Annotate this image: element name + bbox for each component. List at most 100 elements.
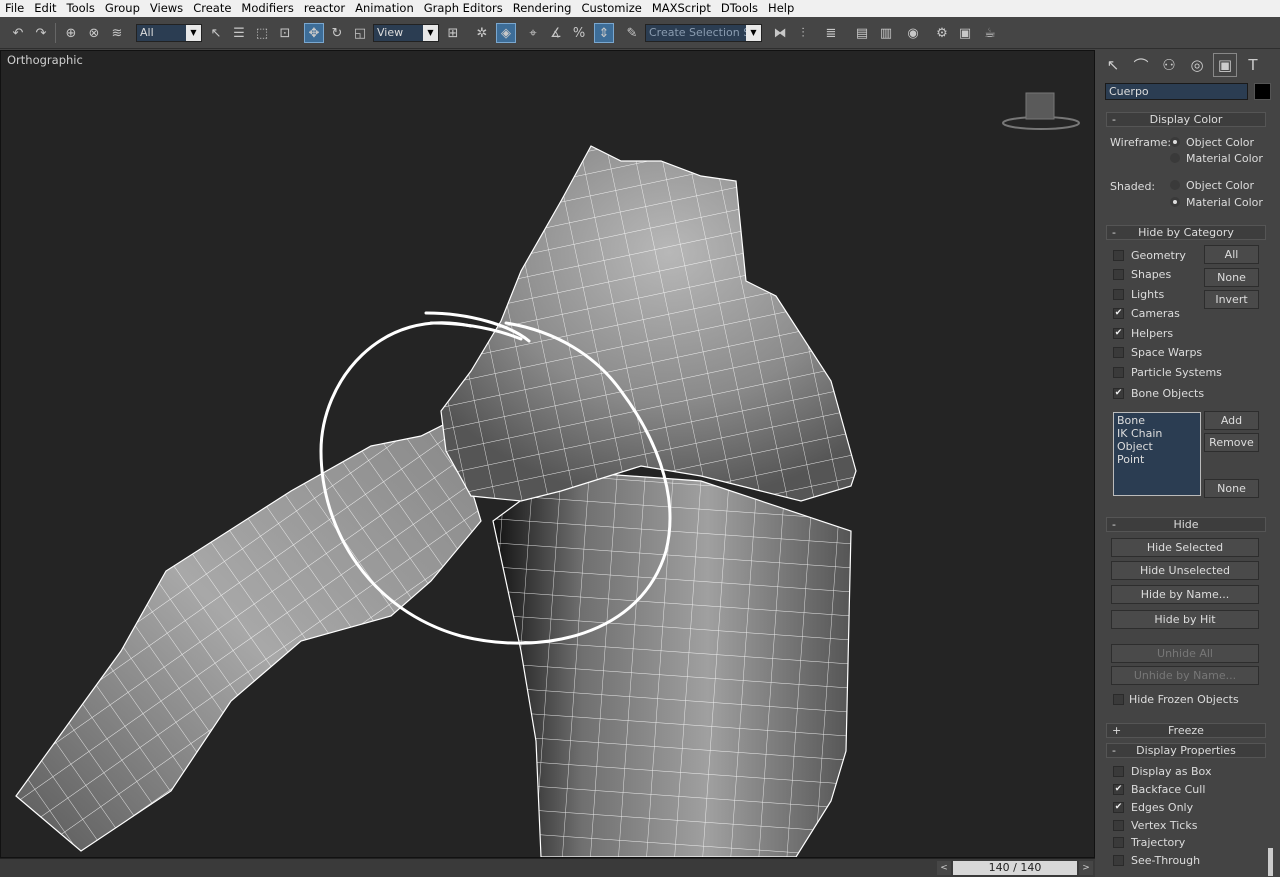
category-checkbox[interactable] [1113,250,1124,261]
list-item[interactable]: Point [1117,453,1197,466]
rollout-freeze[interactable]: + Freeze [1106,723,1266,738]
select-object-icon[interactable]: ↖ [206,23,226,43]
angle-snap-icon[interactable]: ∡ [546,23,566,43]
menu-item[interactable]: Create [188,0,236,17]
time-slider[interactable]: < 140 / 140 > [937,861,1093,875]
motion-tab-icon[interactable]: ◎ [1185,53,1209,77]
hide-by-hit-button[interactable]: Hide by Hit [1111,610,1259,629]
category-all-button[interactable]: All [1204,245,1259,264]
category-checkbox[interactable] [1113,289,1124,300]
shaded-material-color-radio[interactable] [1170,197,1180,207]
rollout-hide-by-category[interactable]: - Hide by Category [1106,225,1266,240]
window-crossing-icon[interactable]: ⊡ [275,23,295,43]
hide-unselected-button[interactable]: Hide Unselected [1111,561,1259,580]
select-by-name-icon[interactable]: ☰ [229,23,249,43]
menu-item[interactable]: Modifiers [236,0,299,17]
menu-item[interactable]: Animation [350,0,419,17]
hide-frozen-checkbox[interactable] [1113,694,1124,705]
menu-item[interactable]: Customize [576,0,646,17]
redo-icon[interactable]: ↷ [31,23,51,43]
category-invert-button[interactable]: Invert [1204,290,1259,309]
hide-by-name-button[interactable]: Hide by Name... [1111,585,1259,604]
snaps-toggle-icon[interactable]: ⌖ [523,23,543,43]
orthographic-viewport[interactable]: Orthographic [0,50,1095,858]
display-property-checkbox[interactable] [1113,820,1124,831]
menu-item[interactable]: MAXScript [647,0,716,17]
category-checkbox[interactable]: ✔ [1113,388,1124,399]
pivot-center-icon[interactable]: ⊞ [443,23,463,43]
rendered-frame-window-icon[interactable]: ▣ [955,23,975,43]
bind-space-warp-icon[interactable]: ≋ [107,23,127,43]
category-checkbox[interactable]: ✔ [1113,308,1124,319]
edit-named-selection-icon[interactable]: ✎ [622,23,642,43]
list-none-button[interactable]: None [1204,479,1259,498]
display-tab-icon[interactable]: ▣ [1213,53,1237,77]
rollout-display-properties[interactable]: - Display Properties [1106,743,1266,758]
object-name-field[interactable]: Cuerpo [1105,83,1248,100]
display-property-checkbox[interactable] [1113,766,1124,777]
rollout-hide[interactable]: - Hide [1106,517,1266,532]
rollout-display-color[interactable]: - Display Color [1106,112,1266,127]
render-setup-icon[interactable]: ⚙ [932,23,952,43]
named-selection-set-dropdown[interactable]: Create Selection Se ▼ [645,24,762,42]
category-listbox[interactable]: Bone IK Chain Object Point [1113,412,1201,496]
add-category-button[interactable]: Add [1204,411,1259,430]
hierarchy-tab-icon[interactable]: ⚇ [1157,53,1181,77]
select-link-icon[interactable]: ⊕ [61,23,81,43]
menu-item[interactable]: Group [100,0,145,17]
category-none-button[interactable]: None [1204,268,1259,287]
hide-selected-button[interactable]: Hide Selected [1111,538,1259,557]
curve-editor-icon[interactable]: ▤ [852,23,872,43]
category-checkbox[interactable] [1113,269,1124,280]
shaded-object-color-radio[interactable] [1170,180,1180,190]
category-checkbox[interactable]: ✔ [1113,328,1124,339]
wireframe-material-color-radio[interactable] [1170,153,1180,163]
chevron-right-icon[interactable]: > [1079,861,1093,875]
modify-tab-icon[interactable]: ⌒ [1129,53,1153,77]
display-property-checkbox[interactable] [1113,837,1124,848]
create-tab-icon[interactable]: ↖ [1101,53,1125,77]
unlink-icon[interactable]: ⊗ [84,23,104,43]
percent-snap-icon[interactable]: % [569,23,589,43]
viewcube-icon[interactable] [1002,92,1080,130]
menu-item[interactable]: DTools [716,0,763,17]
list-item[interactable]: IK Chain Object [1117,427,1197,453]
category-checkbox[interactable] [1113,347,1124,358]
menu-item[interactable]: Help [763,0,799,17]
display-property-checkbox[interactable] [1113,855,1124,866]
list-item[interactable]: Bone [1117,414,1197,427]
align-icon[interactable]: ⫶ [793,23,813,43]
material-editor-icon[interactable]: ◉ [903,23,923,43]
spinner-snap-icon[interactable]: ⇕ [594,23,614,43]
select-manipulate-icon[interactable]: ✲ [472,23,492,43]
display-property-checkbox[interactable]: ✔ [1113,784,1124,795]
selection-filter-dropdown[interactable]: All ▼ [136,24,202,42]
reference-coordinate-dropdown[interactable]: View ▼ [373,24,439,42]
unhide-by-name-button[interactable]: Unhide by Name... [1111,666,1259,685]
menu-item[interactable]: Views [145,0,188,17]
command-panel-scrollbar[interactable] [1268,848,1273,876]
rectangular-selection-icon[interactable]: ⬚ [252,23,272,43]
quick-render-icon[interactable]: ☕ [980,23,1000,43]
display-property-checkbox[interactable]: ✔ [1113,802,1124,813]
menu-item[interactable]: Rendering [508,0,577,17]
menu-item[interactable]: reactor [299,0,350,17]
menu-item[interactable]: Tools [62,0,100,17]
select-and-move-icon[interactable]: ✥ [304,23,324,43]
mirror-icon[interactable]: ⧓ [770,23,790,43]
menu-item[interactable]: Edit [29,0,61,17]
time-slider-frame[interactable]: 140 / 140 [953,861,1077,875]
utilities-tab-icon[interactable]: T [1241,53,1265,77]
select-and-rotate-icon[interactable]: ↻ [327,23,347,43]
menu-item[interactable]: File [0,0,29,17]
wireframe-object-color-radio[interactable] [1170,137,1180,147]
category-checkbox[interactable] [1113,367,1124,378]
layer-manager-icon[interactable]: ≣ [821,23,841,43]
chevron-left-icon[interactable]: < [937,861,951,875]
object-color-swatch[interactable] [1254,83,1271,100]
select-and-scale-icon[interactable]: ◱ [350,23,370,43]
undo-icon[interactable]: ↶ [8,23,28,43]
remove-category-button[interactable]: Remove [1204,433,1259,452]
unhide-all-button[interactable]: Unhide All [1111,644,1259,663]
menu-item[interactable]: Graph Editors [419,0,508,17]
